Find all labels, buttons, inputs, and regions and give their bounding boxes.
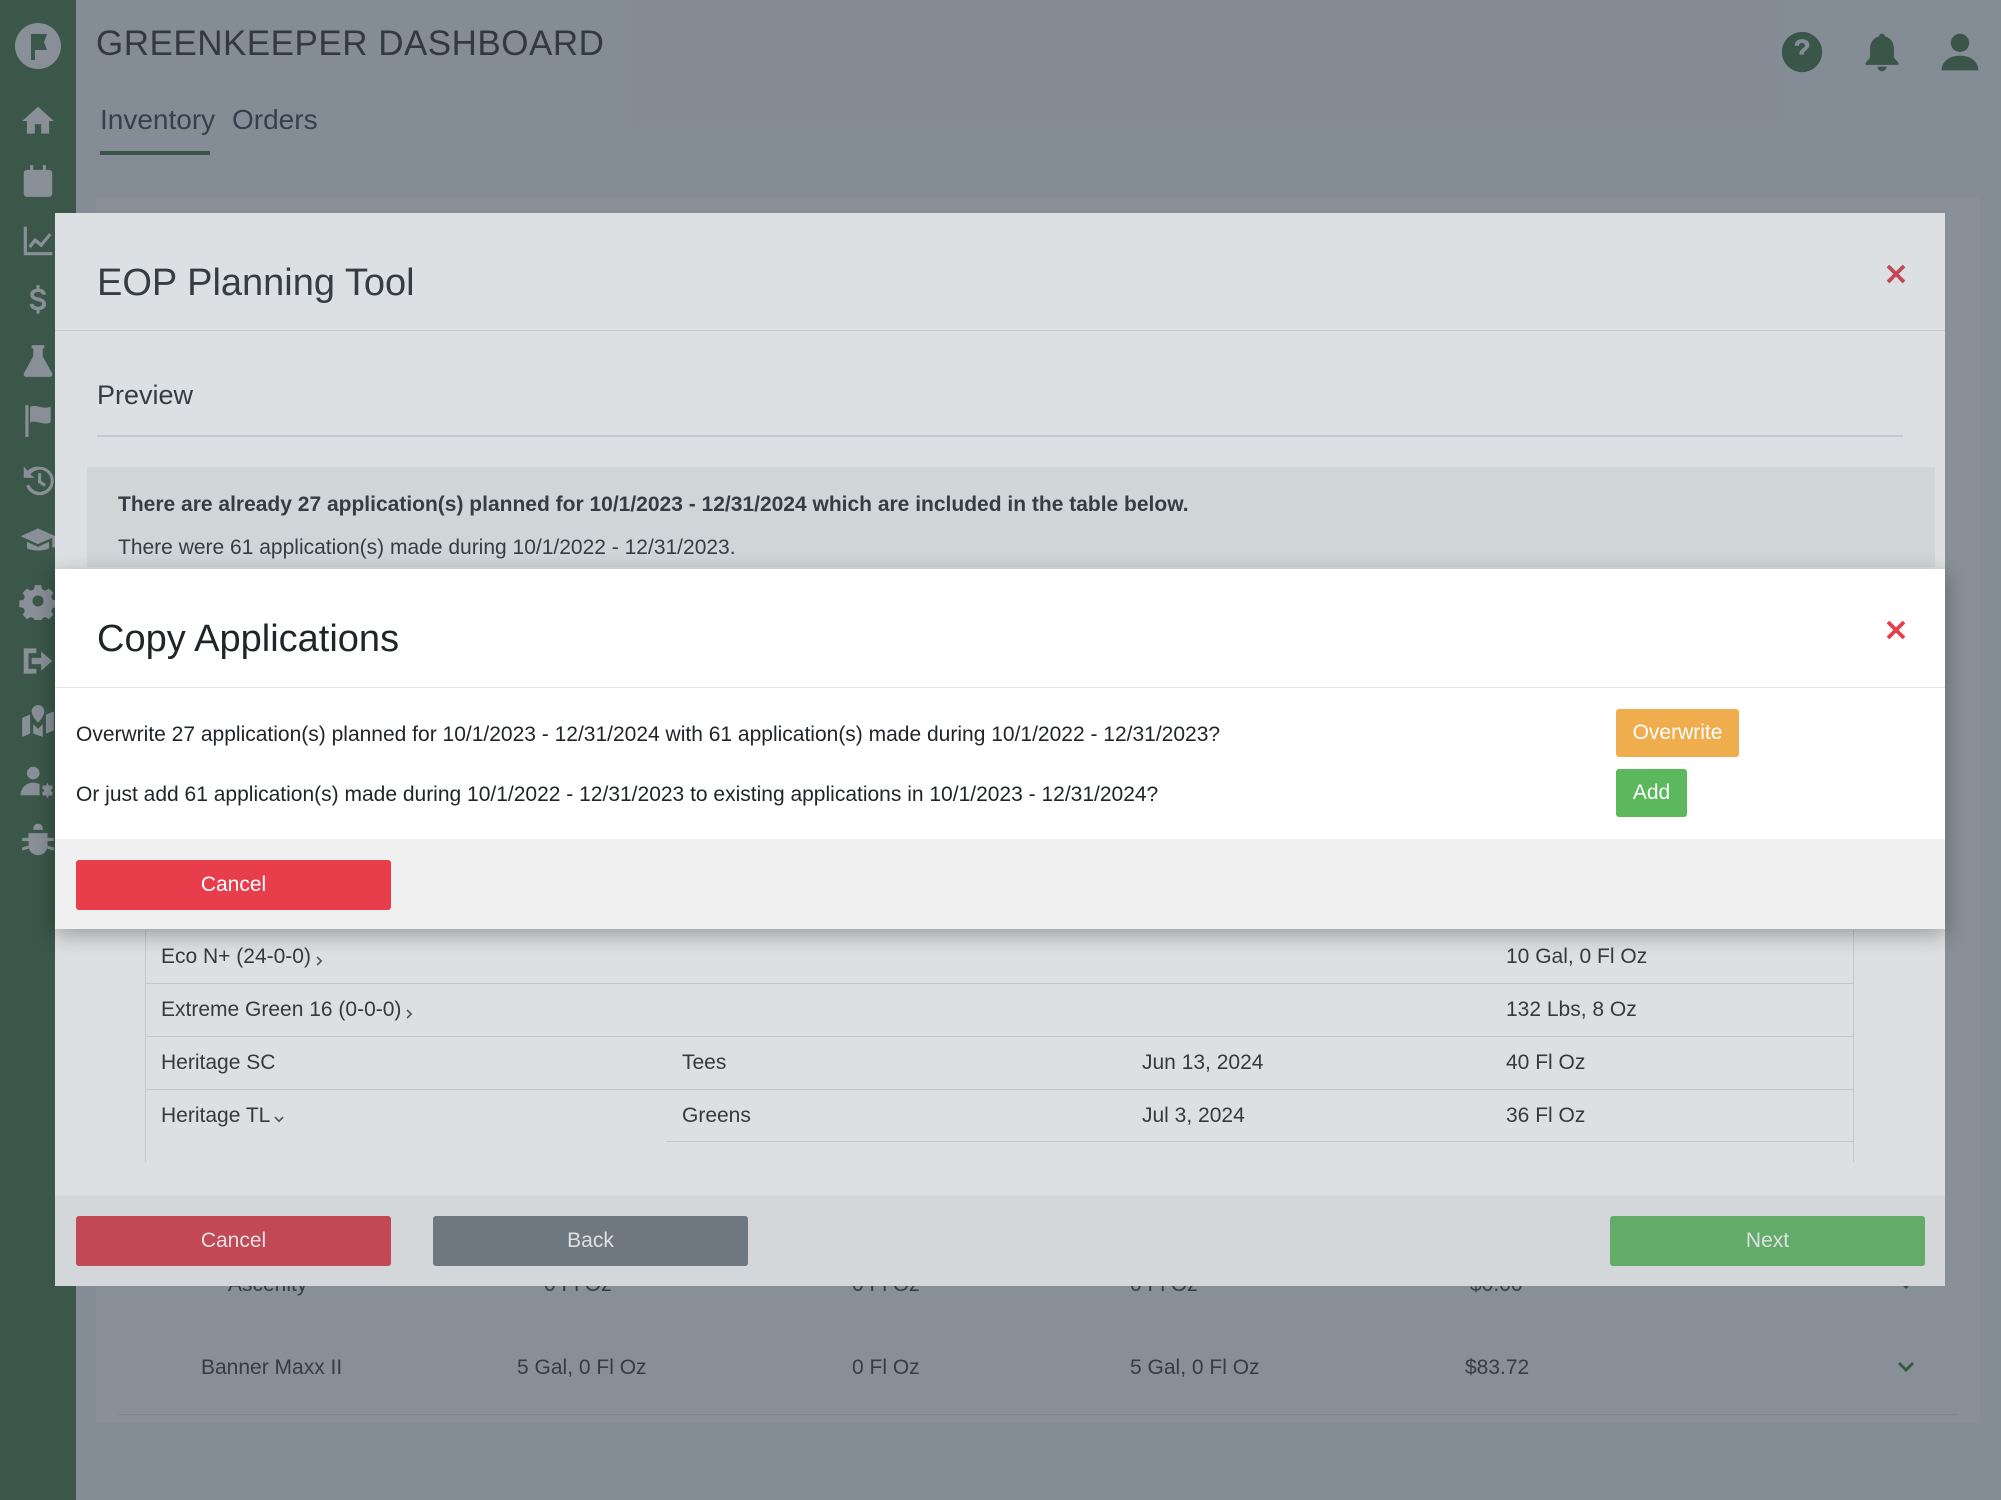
overwrite-button[interactable]: Overwrite (1616, 709, 1739, 757)
modal-title: Copy Applications (97, 618, 400, 660)
divider (55, 687, 1945, 688)
close-icon[interactable] (1880, 614, 1912, 646)
overwrite-question: Overwrite 27 application(s) planned for … (76, 723, 1221, 746)
cancel-button[interactable]: Cancel (76, 860, 391, 910)
add-button[interactable]: Add (1616, 769, 1687, 817)
add-question: Or just add 61 application(s) made durin… (76, 783, 1159, 806)
